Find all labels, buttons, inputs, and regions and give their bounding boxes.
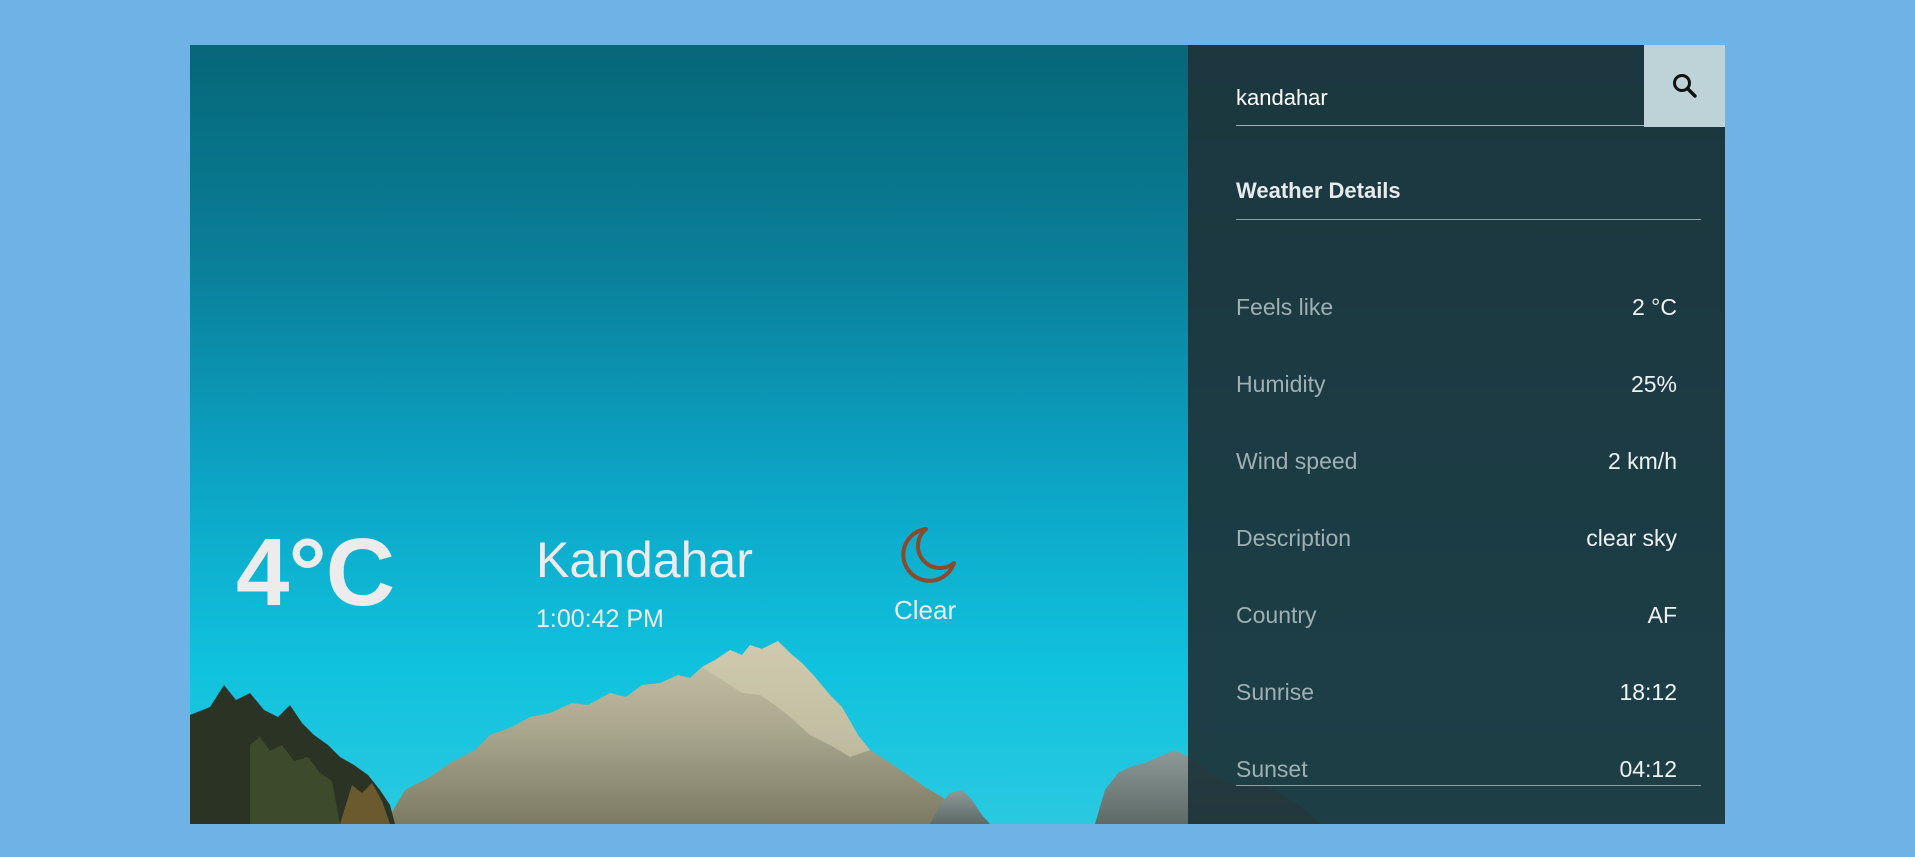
detail-label: Sunset <box>1236 756 1308 782</box>
detail-row-description: Description clear sky <box>1236 525 1701 602</box>
local-time: 1:00:42 PM <box>536 605 664 633</box>
detail-value: 2 °C <box>1632 294 1677 320</box>
weather-details-title: Weather Details <box>1236 178 1701 220</box>
detail-label: Humidity <box>1236 371 1326 397</box>
detail-row-feels-like: Feels like 2 °C <box>1236 294 1701 371</box>
condition-block: Clear <box>894 525 958 626</box>
detail-row-humidity: Humidity 25% <box>1236 371 1701 448</box>
search-bar <box>1236 45 1725 127</box>
detail-label: Description <box>1236 525 1352 551</box>
details-list: Feels like 2 °C Humidity 25% Wind speed … <box>1236 294 1701 824</box>
divider <box>1236 785 1701 786</box>
detail-label: Country <box>1236 602 1317 628</box>
weather-app: 4°C Kandahar 1:00:42 PM Clear Weather De… <box>190 45 1725 824</box>
detail-label: Sunrise <box>1236 679 1314 705</box>
search-input[interactable] <box>1236 45 1644 126</box>
detail-row-country: Country AF <box>1236 602 1701 679</box>
detail-label: Wind speed <box>1236 448 1358 474</box>
city-name: Kandahar <box>536 532 753 588</box>
detail-value: 25% <box>1630 371 1677 397</box>
details-panel: Weather Details Feels like 2 °C Humidity… <box>1188 45 1725 824</box>
detail-row-wind-speed: Wind speed 2 km/h <box>1236 448 1701 525</box>
location-block: Kandahar 1:00:42 PM <box>536 535 753 634</box>
detail-value: clear sky <box>1586 525 1677 551</box>
detail-value: 18:12 <box>1619 679 1677 705</box>
condition-label: Clear <box>894 595 957 625</box>
current-temperature: 4°C <box>236 519 395 626</box>
detail-label: Feels like <box>1236 294 1334 320</box>
detail-row-sunset: Sunset 04:12 <box>1236 756 1701 824</box>
detail-row-sunrise: Sunrise 18:12 <box>1236 679 1701 756</box>
search-button[interactable] <box>1644 45 1725 127</box>
moon-icon <box>901 527 956 583</box>
detail-value: 2 km/h <box>1607 448 1677 474</box>
detail-value: 04:12 <box>1619 756 1677 782</box>
detail-value: AF <box>1647 602 1677 628</box>
search-icon <box>1672 74 1697 98</box>
